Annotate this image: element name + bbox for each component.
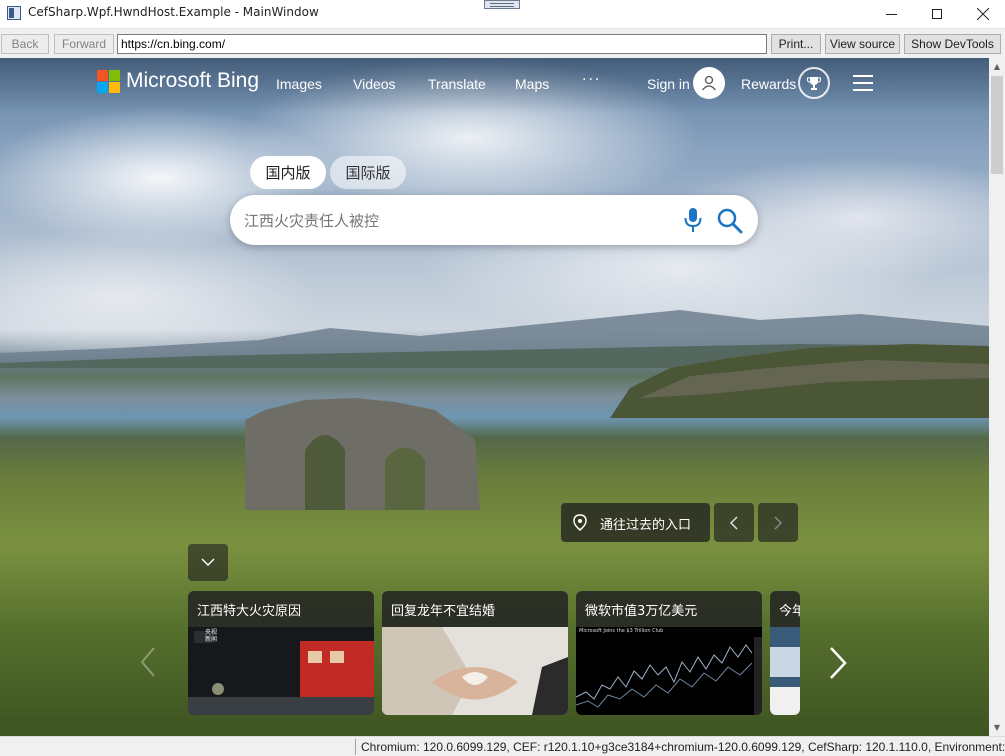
tab-domestic[interactable]: 国内版 [250, 156, 326, 189]
bing-brand[interactable]: Microsoft Bing [126, 69, 259, 93]
news-card[interactable]: 微软市值3万亿美元 Microsoft Joins the $3 Trillio… [576, 591, 762, 715]
show-devtools-button[interactable]: Show DevTools [904, 34, 1001, 54]
background-cliff [610, 344, 989, 418]
news-card-title: 回复龙年不宜结婚 [391, 604, 496, 619]
news-card-title: 江西特大火灾原因 [197, 604, 302, 619]
news-next-chevron-icon[interactable] [826, 646, 850, 680]
news-card-thumb-caption: 央视新闻 [205, 629, 218, 643]
search-icon[interactable] [716, 207, 744, 235]
rewards-link[interactable]: Rewards [741, 76, 796, 92]
scrollbar-thumb[interactable] [991, 76, 1003, 174]
chevron-right-icon [774, 515, 783, 530]
vertical-scrollbar[interactable]: ▲ ▼ [989, 58, 1005, 736]
chevron-left-icon [729, 515, 738, 530]
hamburger-menu-icon[interactable] [853, 75, 875, 91]
nav-videos[interactable]: Videos [353, 76, 396, 92]
minimize-button[interactable] [868, 0, 914, 28]
address-bar[interactable]: https://cn.bing.com/ [117, 34, 767, 54]
close-button[interactable] [960, 0, 1005, 28]
previous-image-button[interactable] [714, 503, 754, 542]
news-card-title: 微软市值3万亿美元 [585, 604, 698, 619]
maximize-button[interactable] [914, 0, 960, 28]
news-card[interactable]: 江西特大火灾原因 央视新闻 [188, 591, 374, 715]
location-pin-icon [573, 514, 587, 531]
print-button[interactable]: Print... [771, 34, 821, 54]
browser-viewport[interactable]: Microsoft Bing Images Videos Translate M… [0, 58, 989, 736]
collapse-feed-button[interactable] [188, 544, 228, 581]
tab-international[interactable]: 国际版 [330, 156, 406, 189]
status-bar: Chromium: 120.0.6099.129, CEF: r120.1.10… [0, 736, 1005, 756]
next-image-button[interactable] [758, 503, 798, 542]
news-card-title: 今年 [779, 604, 800, 619]
image-location-label: 通往过去的入口 [600, 518, 692, 533]
bing-logo-icon[interactable] [97, 70, 121, 94]
window-title: CefSharp.Wpf.HwndHost.Example - MainWind… [28, 5, 319, 19]
news-card-image [576, 627, 762, 715]
trophy-icon[interactable] [798, 67, 830, 99]
search-placeholder: 江西火灾责任人被控 [244, 212, 380, 230]
background-ruin [245, 398, 480, 510]
back-button[interactable]: Back [1, 34, 49, 54]
drag-handle-icon[interactable] [484, 0, 520, 9]
news-card[interactable]: 回复龙年不宜结婚 [382, 591, 568, 715]
app-icon [7, 6, 21, 20]
maximize-icon [932, 9, 942, 19]
news-card-thumb-caption: Microsoft Joins the $3 Trillion Club [579, 628, 664, 634]
more-menu-icon[interactable]: ··· [582, 72, 601, 88]
scroll-up-icon[interactable]: ▲ [989, 58, 1005, 75]
sign-in-link[interactable]: Sign in [647, 76, 690, 92]
scroll-down-icon[interactable]: ▼ [989, 719, 1005, 736]
version-info: Chromium: 120.0.6099.129, CEF: r120.1.10… [361, 740, 1005, 754]
nav-maps[interactable]: Maps [515, 76, 549, 92]
nav-translate[interactable]: Translate [428, 76, 486, 92]
news-card-image [770, 627, 800, 715]
user-avatar-icon[interactable] [693, 67, 725, 99]
close-icon [977, 8, 989, 20]
forward-button[interactable]: Forward [54, 34, 114, 54]
browser-toolbar: Back Forward https://cn.bing.com/ Print.… [0, 28, 1005, 58]
search-input[interactable]: 江西火灾责任人被控 [230, 195, 758, 245]
main-window: CefSharp.Wpf.HwndHost.Example - MainWind… [0, 0, 1005, 756]
minimize-icon [885, 13, 897, 15]
news-prev-chevron-icon[interactable] [138, 646, 158, 678]
bing-header: Microsoft Bing Images Videos Translate M… [0, 58, 989, 113]
news-card[interactable]: 今年 [770, 591, 800, 715]
news-card-image [382, 627, 568, 715]
microphone-icon[interactable] [682, 207, 704, 233]
title-bar: CefSharp.Wpf.HwndHost.Example - MainWind… [0, 0, 1005, 28]
nav-images[interactable]: Images [276, 76, 322, 92]
image-location-button[interactable]: 通往过去的入口 [561, 503, 710, 542]
view-source-button[interactable]: View source [825, 34, 900, 54]
chevron-down-icon [201, 558, 215, 567]
status-separator [355, 739, 356, 755]
